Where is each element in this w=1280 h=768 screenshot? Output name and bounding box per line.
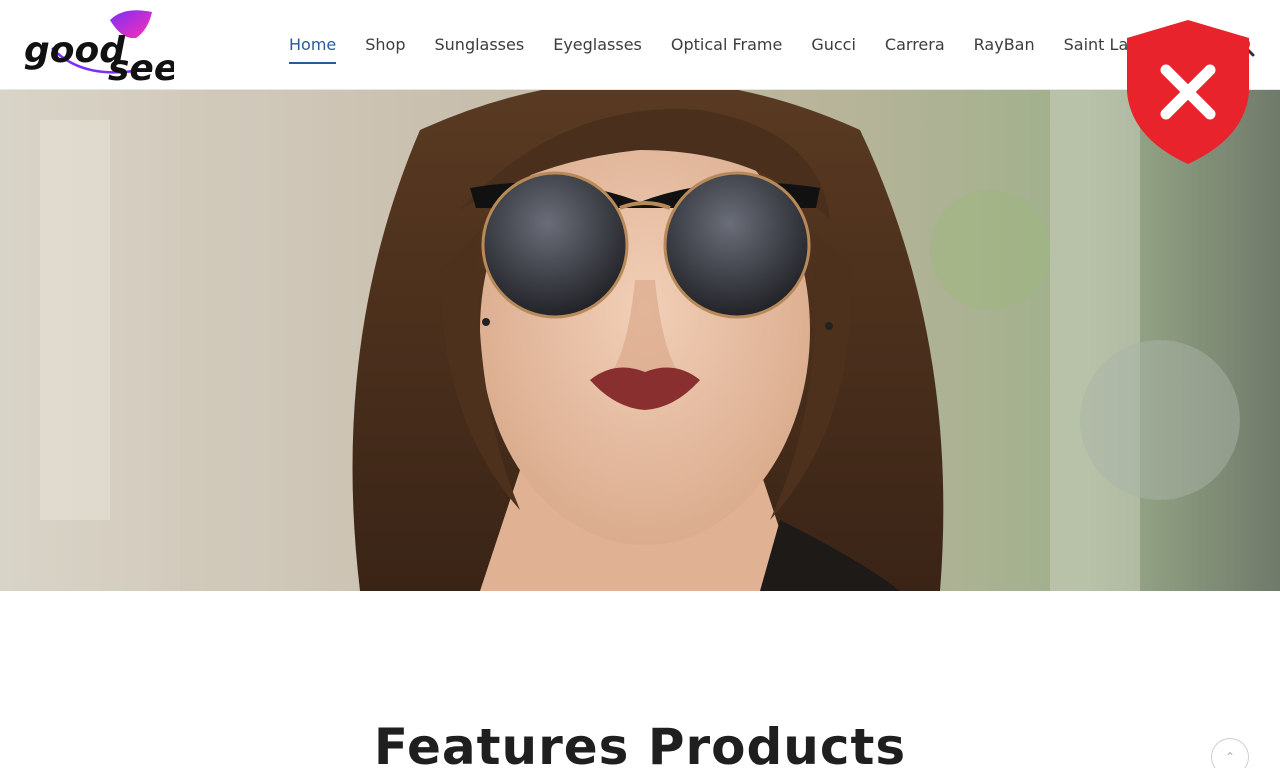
main-nav: Home Shop Sunglasses Eyeglasses Optical … <box>289 0 1194 90</box>
nav-item-shop[interactable]: Shop <box>365 35 405 55</box>
scroll-down-button[interactable]: ⌃ <box>1211 738 1249 768</box>
logo-text-bottom: see <box>108 48 174 86</box>
shield-close-icon[interactable] <box>1125 18 1251 166</box>
nav-item-carrera[interactable]: Carrera <box>885 35 945 55</box>
hero-banner <box>0 90 1280 591</box>
site-logo[interactable]: good see <box>22 4 178 89</box>
section-title: Features Products <box>373 718 907 768</box>
site-header: good see Home Shop Sunglasses Eyeglasses… <box>0 0 1280 90</box>
hero-image <box>0 90 1280 591</box>
nav-item-optical-frame[interactable]: Optical Frame <box>671 35 782 55</box>
nav-item-sunglasses[interactable]: Sunglasses <box>435 35 525 55</box>
chevron-up-icon: ⌃ <box>1224 750 1236 764</box>
nav-item-home[interactable]: Home <box>289 35 337 64</box>
nav-item-eyeglasses[interactable]: Eyeglasses <box>553 35 642 55</box>
nav-item-rayban[interactable]: RayBan <box>974 35 1035 55</box>
nav-item-gucci[interactable]: Gucci <box>811 35 856 55</box>
